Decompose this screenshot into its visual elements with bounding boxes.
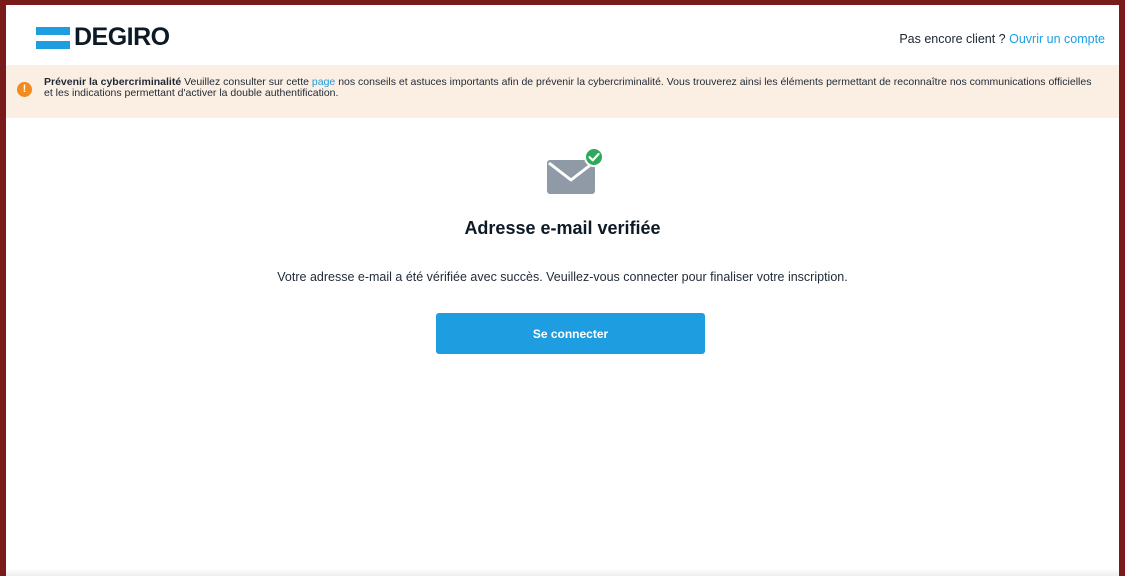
signup-prompt-text: Pas encore client ? [899, 32, 1006, 46]
warning-icon: ! [17, 82, 32, 97]
login-button[interactable]: Se connecter [436, 313, 705, 354]
signup-prompt: Pas encore client ? Ouvrir un compte [899, 32, 1105, 46]
email-verified-icon [547, 147, 604, 194]
page-title: Adresse e-mail verifiée [464, 218, 661, 238]
page-frame: DEGIRO Pas encore client ? Ouvrir un com… [0, 0, 1125, 576]
logo-text: DEGIRO [74, 23, 170, 51]
degiro-logo[interactable]: DEGIRO [36, 23, 170, 52]
bottom-divider [6, 568, 1119, 576]
logo-mark-icon [36, 26, 70, 49]
header: DEGIRO Pas encore client ? Ouvrir un com… [6, 5, 1119, 65]
open-account-link[interactable]: Ouvrir un compte [1009, 32, 1105, 46]
verification-message: Votre adresse e-mail a été vérifiée avec… [277, 270, 848, 284]
cybercrime-notice: ! Prévenir la cybercriminalité Veuillez … [6, 65, 1119, 118]
